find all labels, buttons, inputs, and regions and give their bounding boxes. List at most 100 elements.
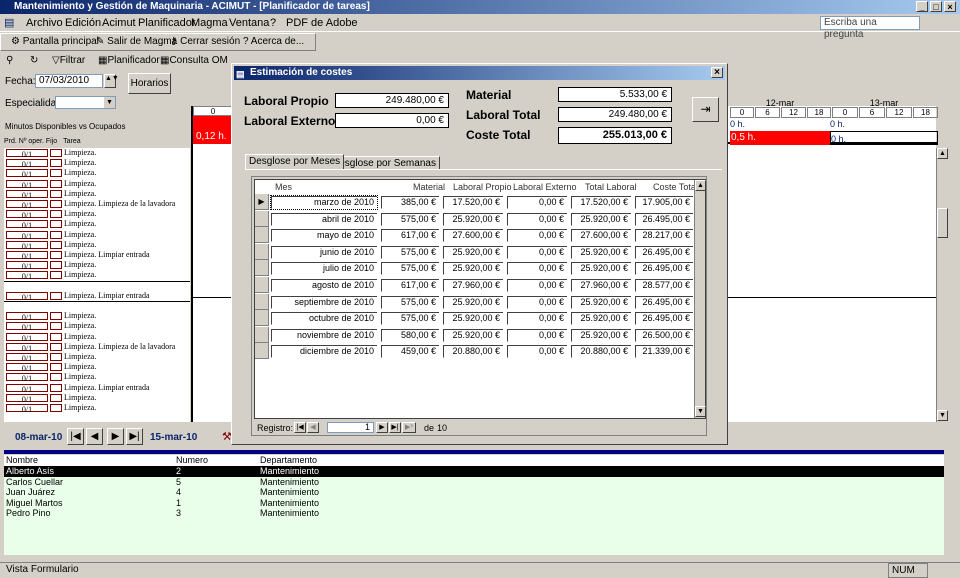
task-fixed-checkbox[interactable]: [50, 291, 62, 300]
cell-laboral-propio[interactable]: 17.520,00 €: [443, 196, 503, 209]
record-selector[interactable]: [255, 260, 269, 277]
record-selector[interactable]: ▶: [255, 194, 269, 210]
task-fixed-checkbox[interactable]: [50, 200, 62, 208]
menu-planificador[interactable]: Planificador: [138, 14, 195, 32]
cell-laboral-externo[interactable]: 0,00 €: [507, 212, 567, 226]
people-row[interactable]: Pedro Pino 3 Mantenimiento: [4, 508, 944, 519]
subform-vscroll[interactable]: ▲ ▼: [694, 180, 706, 418]
nav-first-button[interactable]: |◀: [67, 428, 84, 445]
task-fixed-checkbox[interactable]: [50, 383, 62, 392]
cell-mes[interactable]: junio de 2010: [271, 245, 377, 259]
cell-coste-total[interactable]: 26.500,00 €: [635, 328, 693, 342]
scroll-down-icon[interactable]: ▼: [695, 406, 706, 417]
task-row[interactable]: 0/1 Limpieza.: [4, 158, 190, 169]
task-fixed-checkbox[interactable]: [50, 404, 62, 412]
cell-laboral-propio[interactable]: 20.880,00 €: [443, 345, 503, 359]
cost-row[interactable]: septiembre de 2010 575,00 € 25.920,00 € 0,0…: [255, 293, 695, 310]
toolbar-filtrar[interactable]: ▽Filtrar: [52, 53, 85, 69]
nav-prev-button[interactable]: ◀: [86, 428, 103, 445]
tab-desglose-semanas[interactable]: Desglose por Semanas: [328, 156, 440, 169]
cell-coste-total[interactable]: 26.495,00 €: [635, 262, 693, 276]
cell-total-laboral[interactable]: 25.920,00 €: [571, 295, 631, 309]
task-fixed-checkbox[interactable]: [50, 373, 62, 382]
task-row[interactable]: [4, 301, 190, 311]
task-fixed-checkbox[interactable]: [50, 312, 62, 321]
cell-coste-total[interactable]: 28.217,00 €: [635, 229, 693, 243]
toolbar-salir-magma[interactable]: ✎ Salir de Magma: [96, 34, 177, 50]
record-selector[interactable]: [255, 243, 269, 260]
cell-coste-total[interactable]: 26.495,00 €: [635, 295, 693, 309]
cell-laboral-externo[interactable]: 0,00 €: [507, 279, 567, 292]
task-row[interactable]: 0/1 Limpieza. Limpiar entrada: [4, 383, 190, 394]
people-row[interactable]: Juan Juárez 4 Mantenimiento: [4, 487, 944, 498]
task-row[interactable]: 0/1 Limpieza.: [4, 179, 190, 190]
task-fixed-checkbox[interactable]: [50, 230, 62, 239]
cell-laboral-propio[interactable]: 25.920,00 €: [443, 328, 503, 342]
cell-mes[interactable]: diciembre de 2010: [271, 345, 377, 359]
cell-material[interactable]: 575,00 €: [381, 295, 439, 309]
task-row[interactable]: 0/1 Limpieza. Limpiar entrada: [4, 291, 190, 302]
task-fixed-checkbox[interactable]: [50, 271, 62, 280]
cost-row[interactable]: junio de 2010 575,00 € 25.920,00 € 0,00 € 25…: [255, 243, 695, 260]
scroll-thumb[interactable]: [937, 208, 948, 238]
cell-mes[interactable]: noviembre de 2010: [271, 328, 377, 342]
task-row[interactable]: 0/1 Limpieza.: [4, 148, 190, 159]
cell-laboral-propio[interactable]: 25.920,00 €: [443, 312, 503, 326]
people-row[interactable]: Miguel Martos 1 Mantenimiento: [4, 498, 944, 509]
cell-laboral-externo[interactable]: 0,00 €: [507, 245, 567, 259]
task-row[interactable]: 0/1 Limpieza. Limpiar entrada: [4, 250, 190, 261]
task-row[interactable]: 0/1 Limpieza.: [4, 240, 190, 251]
scroll-down-icon[interactable]: ▼: [937, 410, 948, 421]
cell-total-laboral[interactable]: 27.960,00 €: [571, 279, 631, 292]
cell-mes[interactable]: agosto de 2010: [271, 279, 377, 292]
task-row[interactable]: 0/1 Limpieza. Limpieza de la lavadora: [4, 342, 190, 353]
task-fixed-checkbox[interactable]: [50, 240, 62, 249]
cell-material[interactable]: 580,00 €: [381, 328, 439, 342]
record-first-button[interactable]: |◀: [294, 422, 306, 433]
task-row[interactable]: 0/1 Limpieza.: [4, 321, 190, 332]
tab-desglose-meses[interactable]: Desglose por Meses: [245, 154, 345, 169]
cost-row[interactable]: noviembre de 2010 580,00 € 25.920,00 € 0,00…: [255, 326, 695, 343]
menu-archivo[interactable]: Archivo: [26, 14, 63, 32]
cost-row[interactable]: octubre de 2010 575,00 € 25.920,00 € 0,00 €…: [255, 310, 695, 327]
record-number-input[interactable]: 1: [327, 422, 374, 433]
people-row[interactable]: Alberto Asís 2 Mantenimiento: [4, 466, 944, 477]
cell-laboral-externo[interactable]: 0,00 €: [507, 328, 567, 342]
cell-total-laboral[interactable]: 25.920,00 €: [571, 328, 631, 342]
menu-ventana[interactable]: Ventana: [229, 14, 269, 32]
record-selector[interactable]: [255, 293, 269, 310]
record-new-button[interactable]: ▶*: [402, 422, 416, 433]
task-row[interactable]: 0/1 Limpieza. Limpieza de la lavadora: [4, 199, 190, 210]
task-row[interactable]: 0/1 Limpieza.: [4, 393, 190, 404]
task-fixed-checkbox[interactable]: [50, 261, 62, 270]
menu-help[interactable]: ?: [270, 14, 276, 32]
task-row[interactable]: 0/1 Limpieza.: [4, 209, 190, 220]
cell-laboral-propio[interactable]: 27.960,00 €: [443, 279, 503, 292]
task-row[interactable]: 0/1 Limpieza.: [4, 219, 190, 230]
task-fixed-checkbox[interactable]: [50, 169, 62, 178]
record-prev-button[interactable]: ◀: [307, 422, 319, 433]
cell-coste-total[interactable]: 28.577,00 €: [635, 279, 693, 292]
cell-laboral-externo[interactable]: 0,00 €: [507, 262, 567, 276]
task-row[interactable]: 0/1 Limpieza.: [4, 260, 190, 271]
toolbar-pantalla-principal[interactable]: ⚙ Pantalla principal: [11, 34, 99, 50]
exit-door-button[interactable]: ⇥: [692, 97, 719, 122]
toolbar-consulta-om[interactable]: ▦Consulta OM: [160, 53, 228, 69]
cell-laboral-propio[interactable]: 25.920,00 €: [443, 295, 503, 309]
cell-coste-total[interactable]: 26.495,00 €: [635, 245, 693, 259]
binoculars-icon[interactable]: ⚲: [6, 53, 13, 69]
record-selector[interactable]: [255, 210, 269, 227]
toolbar-cerrar-sesion[interactable]: ⚷ Cerrar sesión: [170, 34, 240, 50]
cell-mes[interactable]: septiembre de 2010: [271, 295, 377, 309]
cell-laboral-externo[interactable]: 0,00 €: [507, 196, 567, 209]
cell-total-laboral[interactable]: 17.520,00 €: [571, 196, 631, 209]
fecha-input[interactable]: 07/03/2010: [35, 74, 103, 88]
task-fixed-checkbox[interactable]: [50, 149, 62, 157]
task-fixed-checkbox[interactable]: [50, 332, 62, 341]
cost-row[interactable]: abril de 2010 575,00 € 25.920,00 € 0,00 € 25…: [255, 210, 695, 227]
task-fixed-checkbox[interactable]: [50, 393, 62, 402]
cell-laboral-externo[interactable]: 0,00 €: [507, 229, 567, 243]
menu-pdf[interactable]: PDF de Adobe: [286, 14, 358, 32]
cell-laboral-propio[interactable]: 27.600,00 €: [443, 229, 503, 243]
record-selector[interactable]: [255, 310, 269, 327]
